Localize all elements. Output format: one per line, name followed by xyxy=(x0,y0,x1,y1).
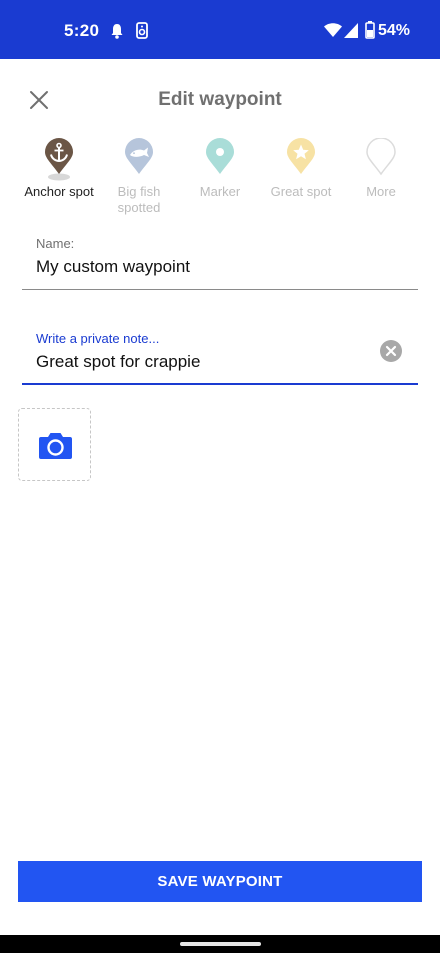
icon-option-anchor-spot[interactable]: Anchor spot xyxy=(18,138,100,200)
note-field-label: Write a private note... xyxy=(36,331,160,346)
status-time: 5:20 xyxy=(64,21,100,40)
status-bar: 5:20 54% xyxy=(0,0,440,59)
save-waypoint-button[interactable]: SAVE WAYPOINT xyxy=(18,861,422,902)
battery-percent: 54% xyxy=(378,22,411,39)
fish-pin-icon xyxy=(125,138,153,174)
wifi-icon xyxy=(324,23,342,37)
note-field-underline xyxy=(22,383,418,385)
anchor-pin-icon xyxy=(45,138,73,181)
gesture-handle[interactable] xyxy=(180,942,261,946)
navigation-bar xyxy=(0,935,440,953)
add-photo-button[interactable] xyxy=(18,408,91,481)
battery-icon xyxy=(365,21,375,39)
icon-label-more: More xyxy=(366,184,396,199)
icon-option-marker[interactable]: Marker xyxy=(179,138,261,200)
icon-label-great-spot: Great spot xyxy=(270,184,332,199)
note-field-value[interactable]: Great spot for crappie xyxy=(36,352,200,372)
page-title: Edit waypoint xyxy=(158,89,282,110)
signal-icon xyxy=(344,23,358,38)
name-field-underline xyxy=(22,289,418,290)
outline-pin-icon xyxy=(366,138,396,176)
name-field-label: Name: xyxy=(36,236,75,251)
cast-icon xyxy=(136,22,148,39)
camera-icon xyxy=(39,433,72,459)
marker-pin-icon xyxy=(206,138,234,174)
icon-label-marker: Marker xyxy=(199,184,241,199)
icon-option-big-fish[interactable]: Big fish spotted xyxy=(98,138,180,216)
name-field[interactable]: Name: My custom waypoint xyxy=(22,230,418,290)
notification-bell-icon xyxy=(111,24,123,39)
icon-label-anchor-spot: Anchor spot xyxy=(24,184,94,199)
star-pin-icon xyxy=(287,138,315,174)
icon-option-more[interactable]: More xyxy=(340,138,422,200)
clear-circle-icon[interactable] xyxy=(380,340,402,362)
icon-label-big-fish: Big fish spotted xyxy=(117,184,161,215)
icon-option-great-spot[interactable]: Great spot xyxy=(260,138,342,200)
name-field-value[interactable]: My custom waypoint xyxy=(36,257,190,277)
note-field[interactable]: Write a private note... Great spot for c… xyxy=(22,325,418,385)
